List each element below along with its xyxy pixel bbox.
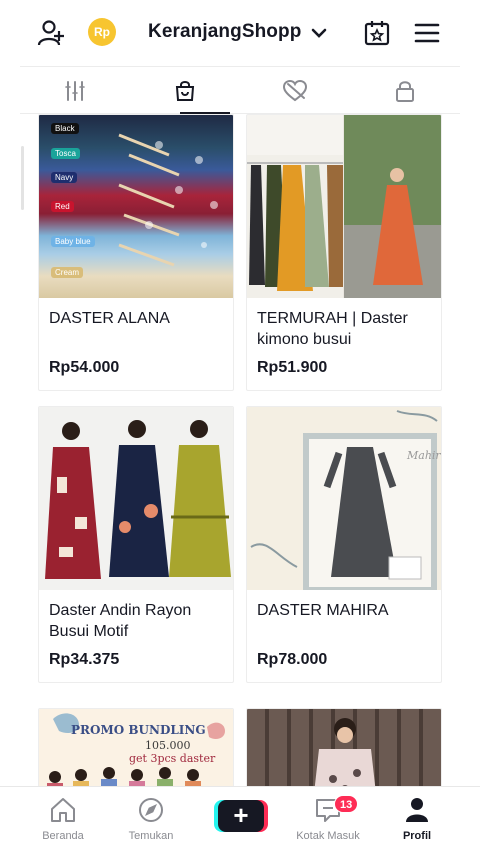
nav-discover[interactable]: Temukan [106, 797, 196, 842]
product-image [39, 407, 233, 590]
compass-icon [139, 798, 163, 822]
nav-inbox[interactable]: Kotak Masuk [283, 797, 373, 842]
product-price: Rp54.000 [49, 359, 120, 376]
product-price: Rp51.900 [257, 359, 328, 376]
promo-subtitle: get 3pcs daster [129, 752, 216, 765]
menu-icon[interactable] [411, 17, 443, 49]
swatch-label: Black [51, 123, 79, 134]
tab-videos[interactable] [20, 67, 130, 114]
swatch-label: Tosca [51, 148, 80, 159]
product-image [247, 709, 441, 786]
nav-home[interactable]: Beranda [18, 797, 108, 842]
product-card[interactable]: Black Tosca Navy Red Baby blue Cream DAS… [38, 114, 234, 391]
coin-icon[interactable]: Rp [88, 18, 116, 46]
product-card[interactable]: Mahira DASTER MAHIRA Rp78.000 [246, 406, 442, 683]
profile-icon [406, 798, 428, 822]
product-grid: Black Tosca Navy Red Baby blue Cream DAS… [38, 114, 442, 786]
scroll-indicator[interactable] [21, 146, 24, 210]
image-script-text: Mahira [407, 449, 441, 462]
product-price: Rp34.375 [49, 651, 120, 668]
product-card[interactable]: PROMO BUNDLING 105.000 get 3pcs daster [38, 708, 234, 786]
plus-icon: + [218, 800, 264, 832]
bottom-navigation: Beranda Temukan + Kotak Masuk 13 Profil [0, 786, 480, 854]
product-name: TERMURAH | Daster kimono busui [257, 310, 408, 348]
nav-home-label: Beranda [42, 830, 84, 842]
swatch-label: Baby blue [51, 236, 95, 247]
product-price: Rp78.000 [257, 651, 328, 668]
swatch-label: Red [51, 201, 74, 212]
shopping-bag-icon [175, 80, 195, 101]
create-button[interactable]: + [214, 800, 268, 832]
heart-hidden-icon [282, 79, 308, 101]
shop-title[interactable]: KeranjangShopp [148, 21, 301, 43]
calendar-star-icon[interactable] [361, 17, 393, 49]
product-name: DASTER MAHIRA [257, 602, 389, 619]
product-card[interactable]: Daster Andin Rayon Busui Motif Rp34.375 [38, 406, 234, 683]
product-image: Black Tosca Navy Red Baby blue Cream [39, 115, 233, 298]
home-icon [51, 798, 75, 822]
nav-discover-label: Temukan [128, 830, 174, 842]
chevron-down-icon[interactable] [310, 24, 328, 47]
nav-profile[interactable]: Profil [372, 797, 462, 842]
top-header: Rp KeranjangShopp [0, 0, 480, 66]
product-name: DASTER ALANA [49, 310, 170, 327]
tab-private[interactable] [350, 67, 460, 114]
product-card[interactable] [246, 708, 442, 786]
lock-icon [396, 80, 414, 102]
swatch-label: Navy [51, 172, 78, 183]
nav-profile-label: Profil [402, 830, 432, 842]
grid-icon [65, 80, 85, 101]
product-name: Daster Andin Rayon Busui Motif [49, 602, 192, 640]
promo-price: 105.000 [145, 739, 191, 752]
product-image [247, 115, 441, 298]
profile-tabs [20, 66, 460, 114]
promo-title: PROMO BUNDLING [71, 723, 206, 737]
nav-inbox-label: Kotak Masuk [296, 830, 360, 842]
inbox-badge: 13 [334, 795, 359, 813]
product-image: Mahira [247, 407, 441, 590]
product-card[interactable]: TERMURAH | Daster kimono busui Rp51.900 [246, 114, 442, 391]
add-user-icon[interactable] [36, 17, 68, 49]
product-image: PROMO BUNDLING 105.000 get 3pcs daster [39, 709, 233, 786]
tab-liked[interactable] [240, 67, 350, 114]
swatch-label: Cream [51, 267, 84, 278]
tab-shop[interactable] [130, 67, 240, 114]
